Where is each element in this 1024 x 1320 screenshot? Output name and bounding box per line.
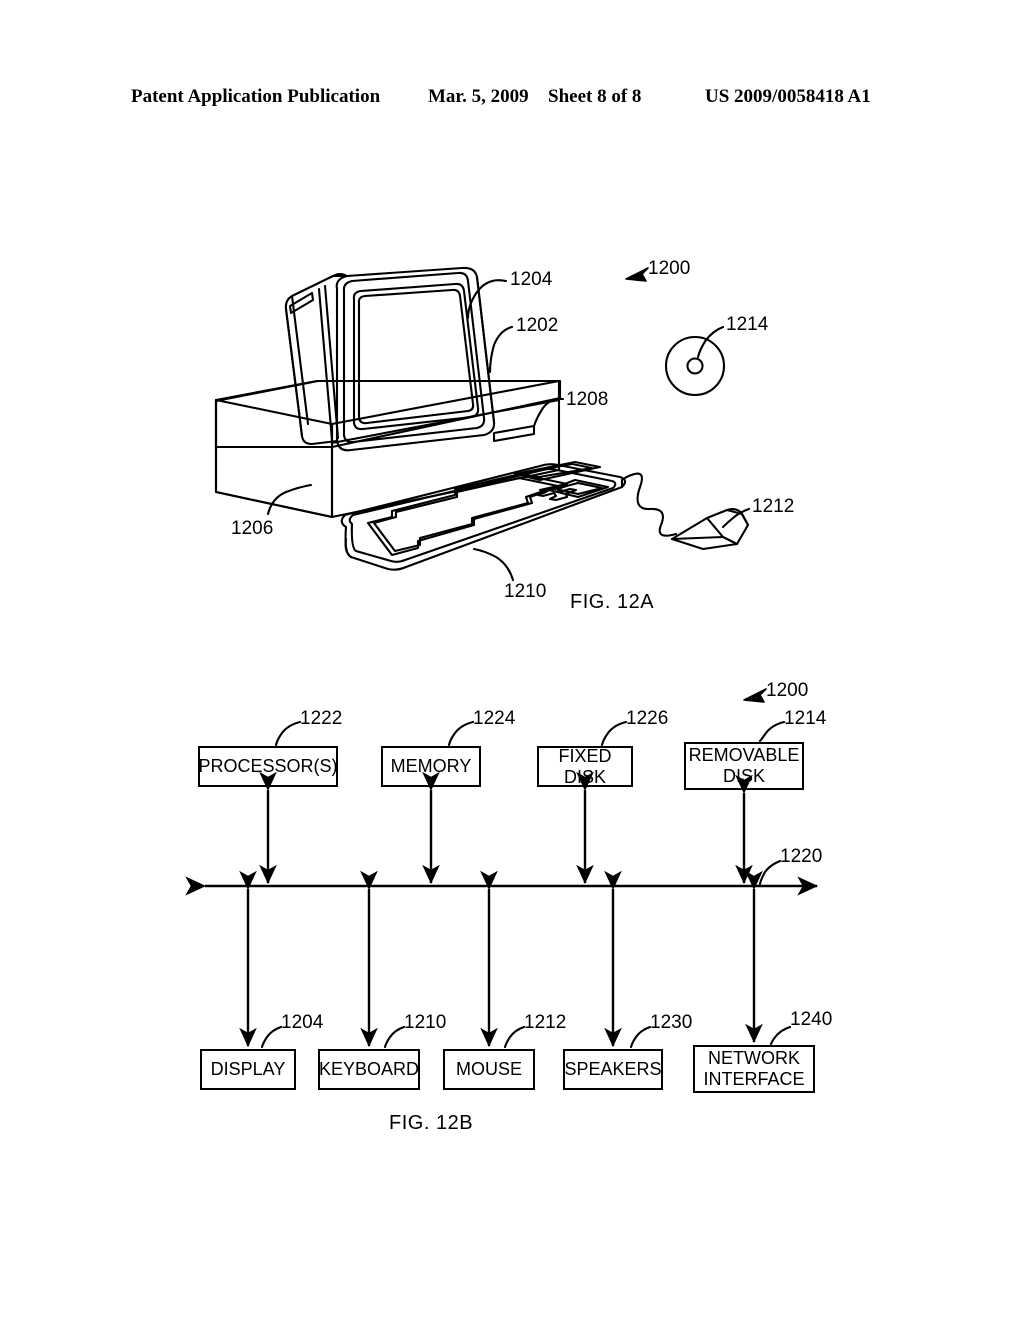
- fig-12b-system-arrow: [743, 688, 767, 703]
- ref-1222: 1222: [300, 708, 343, 729]
- ref-1212-fig12a: 1212: [752, 496, 795, 517]
- patent-page: Patent Application Publication Mar. 5, 2…: [0, 0, 1024, 1320]
- block-speakers-label: SPEAKERS: [564, 1059, 662, 1079]
- block-memory-label: MEMORY: [390, 756, 472, 776]
- header-publication-text: Patent Application Publication: [131, 86, 381, 107]
- header-sheet-text: Sheet 8 of 8: [548, 86, 642, 107]
- ref-1208-fig12a: 1208: [566, 389, 609, 410]
- ref-1200-fig12a: 1200: [648, 258, 691, 279]
- block-speakers: SPEAKERS: [563, 1049, 663, 1090]
- header-date-text: Mar. 5, 2009: [428, 86, 529, 107]
- block-keyboard-label: KEYBOARD: [318, 1059, 420, 1079]
- ref-1226: 1226: [626, 708, 669, 729]
- fig-12b-caption: FIG. 12B: [389, 1112, 474, 1134]
- fig-12a-system-arrow: [625, 267, 649, 282]
- block-fixed-disk: FIXED DISK: [537, 746, 633, 787]
- ref-1214-fig12a: 1214: [726, 314, 769, 335]
- ref-1214-fig12b: 1214: [784, 708, 827, 729]
- block-network-interface-label: NETWORK INTERFACE: [703, 1048, 805, 1089]
- ref-1240-fig12b: 1240: [790, 1009, 833, 1030]
- ref-1224: 1224: [473, 708, 516, 729]
- block-removable-disk: REMOVABLE DISK: [684, 742, 804, 790]
- ref-1212-fig12b: 1212: [524, 1012, 567, 1033]
- ref-1200-fig12b: 1200: [766, 680, 809, 701]
- ref-1230-fig12b: 1230: [650, 1012, 693, 1033]
- block-processor-label: PROCESSOR(S): [198, 756, 338, 776]
- ref-1220-bus: 1220: [780, 846, 823, 867]
- fig-12a-caption: FIG. 12A: [570, 591, 655, 613]
- ref-1204-fig12b: 1204: [281, 1012, 324, 1033]
- block-fixed-disk-label: FIXED DISK: [558, 745, 612, 787]
- block-removable-disk-label: REMOVABLE DISK: [688, 745, 800, 786]
- block-display-label: DISPLAY: [210, 1059, 286, 1079]
- ref-1206-fig12a: 1206: [231, 518, 274, 539]
- header-patent-number: US 2009/0058418 A1: [705, 86, 871, 107]
- block-memory: MEMORY: [381, 746, 481, 787]
- block-display: DISPLAY: [200, 1049, 296, 1090]
- ref-1202-fig12a: 1202: [516, 315, 559, 336]
- fig-12b-connections: [185, 688, 819, 1049]
- block-network-interface: NETWORK INTERFACE: [693, 1045, 815, 1093]
- ref-1210-fig12b: 1210: [404, 1012, 447, 1033]
- block-mouse-label: MOUSE: [455, 1059, 522, 1079]
- ref-1204-fig12a: 1204: [510, 269, 553, 290]
- block-processor: PROCESSOR(S): [198, 746, 338, 787]
- block-mouse: MOUSE: [443, 1049, 535, 1090]
- ref-1210-fig12a: 1210: [504, 581, 547, 602]
- page-header: Patent Application Publication Mar. 5, 2…: [0, 86, 1024, 112]
- block-keyboard: KEYBOARD: [318, 1049, 420, 1090]
